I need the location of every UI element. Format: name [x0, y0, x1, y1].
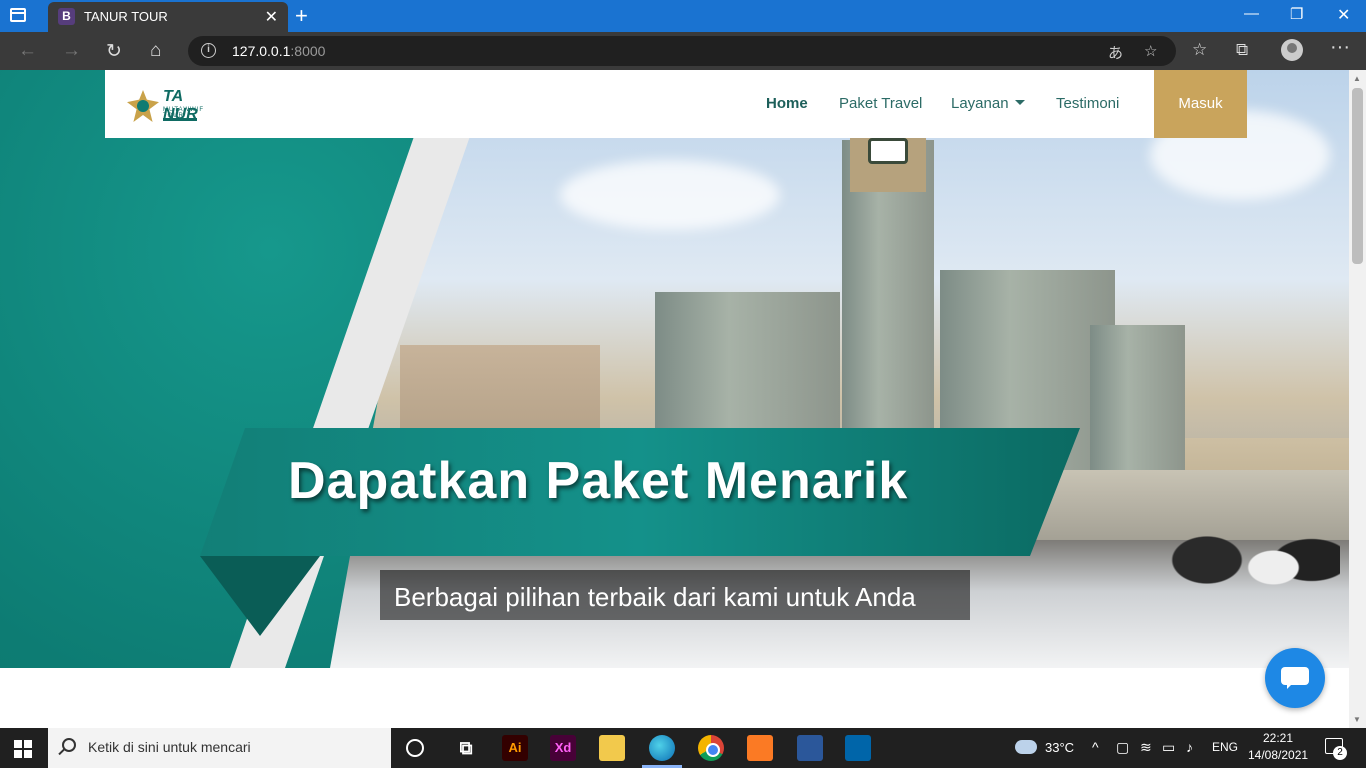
bootstrap-favicon-icon: B — [58, 8, 75, 25]
tab-close-icon[interactable]: ✕ — [265, 7, 278, 27]
windows-start-icon[interactable] — [14, 740, 32, 758]
forward-icon[interactable]: → — [62, 40, 81, 62]
vscode-icon[interactable] — [845, 735, 871, 761]
nav-link-paket-travel[interactable]: Paket Travel — [839, 95, 922, 112]
restore-icon[interactable]: ❐ — [1290, 5, 1303, 23]
system-clock-time[interactable]: 22:21 — [1263, 731, 1293, 745]
weather-cloud-icon[interactable] — [1015, 740, 1037, 754]
scroll-up-icon[interactable]: ▲ — [1353, 74, 1361, 83]
window-close-icon[interactable]: ✕ — [1337, 5, 1350, 25]
nav-link-home[interactable]: Home — [766, 95, 808, 112]
profile-avatar-icon[interactable] — [1281, 39, 1303, 61]
wifi-icon[interactable]: ≋ — [1140, 739, 1152, 756]
pilgrims-crowd — [1150, 500, 1340, 650]
scroll-down-icon[interactable]: ▼ — [1353, 715, 1361, 724]
edge-browser-icon[interactable] — [649, 735, 675, 761]
meet-now-icon[interactable]: ▢ — [1116, 739, 1129, 756]
site-info-icon[interactable]: i — [201, 43, 216, 58]
input-language[interactable]: ENG — [1212, 740, 1238, 754]
clock-face-icon — [868, 138, 908, 164]
notification-badge: 2 — [1333, 746, 1347, 760]
chat-bubble-icon[interactable] — [1265, 648, 1325, 708]
hero-title: Dapatkan Paket Menarik — [288, 452, 909, 510]
hero-subtitle: Berbagai pilihan terbaik dari kami untuk… — [394, 582, 916, 612]
browser-tab[interactable]: B TANUR TOUR ✕ — [48, 2, 288, 32]
chrome-icon[interactable] — [698, 735, 724, 761]
tab-actions-icon[interactable] — [10, 8, 26, 22]
favorites-icon[interactable]: ☆ — [1192, 40, 1207, 60]
reload-icon[interactable]: ↻ — [106, 40, 122, 63]
nav-dropdown-layanan[interactable]: Layanan — [951, 95, 1025, 112]
system-clock-date[interactable]: 14/08/2021 — [1248, 748, 1308, 762]
search-icon — [62, 738, 76, 752]
page-scrollbar[interactable]: ▲ ▼ — [1349, 70, 1366, 728]
illustrator-icon[interactable]: Ai — [502, 735, 528, 761]
tray-overflow-icon[interactable]: ^ — [1092, 739, 1099, 755]
add-favorite-icon[interactable]: ☆ — [1144, 42, 1157, 60]
nav-dropdown-label: Layanan — [951, 95, 1009, 112]
page-viewport: Dapatkan Paket Menarik Berbagai pilihan … — [0, 70, 1366, 728]
taskbar-search-placeholder: Ketik di sini untuk mencari — [88, 739, 251, 755]
caret-down-icon — [1014, 100, 1025, 105]
collections-icon[interactable]: ⧉ — [1236, 40, 1248, 60]
word-icon[interactable] — [797, 735, 823, 761]
login-button[interactable]: Masuk — [1154, 70, 1247, 138]
back-icon[interactable]: ← — [18, 40, 37, 62]
url-text[interactable]: 127.0.0.1:8000 — [232, 43, 325, 59]
minimize-icon[interactable]: — — [1244, 5, 1259, 22]
site-navbar: TA NUR MUTAWWIF TOUR Home Paket Travel L… — [105, 70, 1247, 138]
browser-tab-bar: B TANUR TOUR ✕ + — ❐ ✕ — [0, 0, 1366, 32]
xampp-icon[interactable] — [747, 735, 773, 761]
nav-link-testimoni[interactable]: Testimoni — [1056, 95, 1119, 112]
volume-icon[interactable]: ♪ — [1186, 739, 1193, 755]
read-aloud-icon[interactable]: あ — [1108, 42, 1123, 63]
home-icon[interactable]: ⌂ — [150, 40, 161, 62]
url-port: :8000 — [290, 43, 326, 59]
task-view-icon[interactable]: ⧉ — [453, 735, 479, 761]
browser-toolbar: ← → ↻ ⌂ i 127.0.0.1:8000 あ ☆ ☆ ⧉ ··· — [0, 32, 1366, 70]
address-bar[interactable]: i 127.0.0.1:8000 あ ☆ — [188, 36, 1176, 66]
adobe-xd-icon[interactable]: Xd — [550, 735, 576, 761]
scrollbar-thumb[interactable] — [1352, 88, 1363, 264]
tab-title: TANUR TOUR — [84, 9, 168, 24]
url-host: 127.0.0.1 — [232, 43, 291, 59]
cloud-decoration — [560, 160, 780, 230]
file-explorer-icon[interactable] — [599, 735, 625, 761]
battery-icon[interactable]: ▭ — [1162, 739, 1175, 756]
cortana-icon[interactable] — [406, 739, 424, 757]
site-logo[interactable]: TA NUR MUTAWWIF TOUR — [127, 88, 205, 123]
star-logo-icon — [127, 90, 159, 122]
logo-underline — [163, 118, 197, 121]
new-tab-icon[interactable]: + — [295, 3, 308, 29]
weather-temperature[interactable]: 33°C — [1045, 740, 1074, 755]
windows-taskbar: Ketik di sini untuk mencari ⧉ Ai Xd 33°C… — [0, 728, 1366, 768]
taskbar-search-box[interactable]: Ketik di sini untuk mencari — [48, 728, 391, 768]
more-menu-icon[interactable]: ··· — [1330, 36, 1350, 59]
hero-banner: Dapatkan Paket Menarik Berbagai pilihan … — [0, 70, 1349, 668]
